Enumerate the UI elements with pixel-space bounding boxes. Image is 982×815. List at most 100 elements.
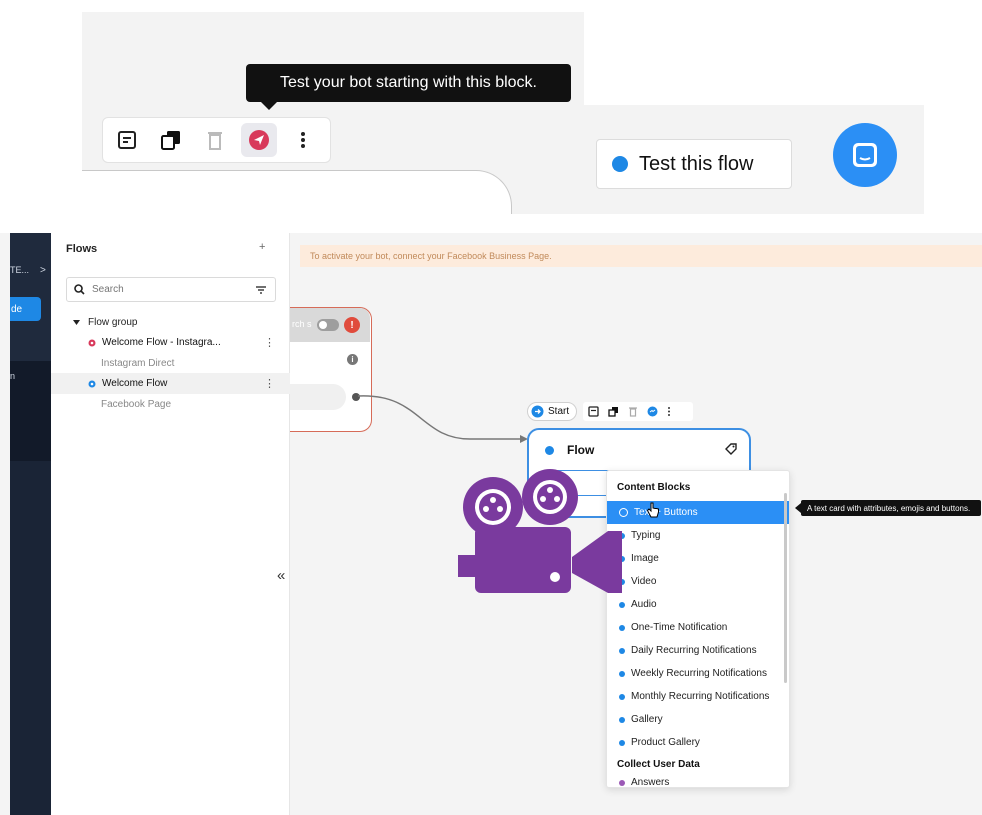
instagram-trigger-node[interactable]: rch s ! i (290, 307, 372, 432)
menu-item-one-time-notification[interactable]: One-Time Notification (607, 616, 789, 639)
menu-item-gallery[interactable]: Gallery (607, 708, 789, 731)
flow-item-instagram[interactable]: Welcome Flow - Instagra... ⋮ (51, 332, 290, 353)
connect-page-banner[interactable]: To activate your bot, connect your Faceb… (300, 245, 982, 267)
messenger-icon[interactable] (647, 406, 658, 417)
messenger-dot-icon (545, 446, 554, 455)
collect-user-data-header: Collect User Data (617, 759, 700, 770)
workspace-label[interactable]: TE... (10, 265, 29, 275)
menu-item-text-buttons[interactable]: Text + Buttons (607, 501, 789, 524)
flows-panel: Flows + Flow group Welcome Flow - Instag… (51, 233, 290, 815)
node-trigger-field[interactable] (290, 384, 346, 410)
block-type-icon (619, 670, 625, 677)
chat-icon (853, 143, 877, 167)
flow-item-menu-button[interactable]: ⋮ (264, 377, 275, 390)
more-button[interactable] (285, 123, 321, 157)
menu-item-label: Monthly Recurring Notifications (631, 691, 770, 702)
instagram-flow-icon (88, 339, 96, 346)
menu-item-label: One-Time Notification (631, 622, 728, 633)
node-output-port[interactable] (352, 393, 360, 401)
menu-item-product-gallery[interactable]: Product Gallery (607, 731, 789, 754)
search-box (66, 277, 276, 302)
menu-item-label: Weekly Recurring Notifications (631, 668, 767, 679)
note-icon[interactable] (588, 406, 599, 417)
menu-item-weekly-recurring-notifications[interactable]: Weekly Recurring Notifications (607, 662, 789, 685)
menu-item-audio[interactable]: Audio (607, 593, 789, 616)
caret-down-icon (73, 319, 80, 325)
node-toggle[interactable] (317, 319, 339, 331)
tag-icon[interactable] (724, 442, 738, 456)
node-header-label: rch s (292, 319, 312, 329)
flow-node-edge (82, 170, 512, 214)
menu-scrollbar[interactable] (784, 493, 787, 683)
more-icon (301, 132, 305, 148)
chevron-right-icon[interactable]: > (40, 265, 46, 276)
test-block-button[interactable] (241, 123, 277, 157)
menu-item-label: Answers (631, 777, 670, 788)
search-icon (74, 284, 85, 295)
menu-item-label: Product Gallery (631, 737, 700, 748)
menu-item-label: Gallery (631, 714, 663, 725)
start-arrow-icon (531, 405, 544, 418)
flow-item-channel: Instagram Direct (101, 358, 175, 369)
trash-icon (208, 132, 222, 150)
menu-item-label: Image (631, 553, 659, 564)
menu-item-typing[interactable]: Typing (607, 524, 789, 547)
duplicate-icon[interactable] (608, 406, 619, 417)
info-icon[interactable]: i (347, 354, 358, 365)
flow-group-label: Flow group (88, 317, 138, 328)
send-icon (249, 130, 269, 150)
note-button[interactable] (109, 123, 145, 157)
filter-icon[interactable] (255, 284, 267, 296)
block-type-icon (619, 739, 625, 746)
bottom-screenshot: TE... > de n Flows + Flow group Welcome … (0, 233, 982, 815)
block-type-icon (619, 601, 625, 608)
flow-node-title: Flow (567, 443, 595, 457)
block-type-icon (619, 716, 625, 723)
start-badge[interactable]: Start (527, 402, 577, 421)
menu-item-answers[interactable]: Answers (607, 771, 789, 788)
block-type-icon (619, 647, 625, 654)
menu-item-daily-recurring-notifications[interactable]: Daily Recurring Notifications (607, 639, 789, 662)
block-toolbar (102, 117, 331, 163)
test-flow-button[interactable]: Test this flow (596, 139, 792, 189)
duplicate-button[interactable] (153, 123, 189, 157)
search-input[interactable] (92, 284, 242, 295)
block-type-icon (619, 693, 625, 700)
menu-item-label: Typing (631, 530, 661, 541)
menu-item-label: Video (631, 576, 657, 587)
flows-title: Flows (66, 243, 98, 255)
flow-item-menu-button[interactable]: ⋮ (264, 336, 275, 349)
menu-item-image[interactable]: Image (607, 547, 789, 570)
content-block-menu: Content Blocks Text + Buttons Typing Image… (606, 470, 790, 788)
warning-icon[interactable]: ! (344, 317, 360, 333)
note-icon (118, 131, 136, 149)
block-description-tooltip: A text card with attributes, emojis and … (795, 500, 981, 516)
menu-item-video[interactable]: Video (607, 570, 789, 593)
sidebar-section-label[interactable]: n (10, 371, 15, 381)
flow-item-label: Welcome Flow - Instagra... (102, 337, 221, 348)
flow-item-channel: Facebook Page (101, 399, 172, 410)
node-header: rch s ! (290, 308, 370, 342)
content-blocks-header: Content Blocks (617, 482, 691, 493)
menu-item-label: Audio (631, 599, 657, 610)
menu-item-monthly-recurring-notifications[interactable]: Monthly Recurring Notifications (607, 685, 789, 708)
trash-icon[interactable] (628, 406, 638, 417)
hand-cursor-icon (646, 502, 659, 518)
answers-icon (619, 779, 625, 786)
add-flow-button[interactable]: + (259, 241, 265, 253)
sidebar-section (10, 361, 51, 461)
node-toolbar (583, 402, 693, 421)
sidebar-primary-button[interactable]: de (10, 297, 41, 321)
menu-item-label: Text + Buttons (634, 507, 698, 518)
block-type-icon (619, 624, 625, 631)
test-block-tooltip: Test your bot starting with this block. (246, 64, 571, 110)
top-screenshot: Test your bot starting with this block. … (82, 12, 924, 214)
flow-item-welcome[interactable]: Welcome Flow ⋮ (51, 373, 290, 394)
more-icon[interactable] (667, 406, 671, 417)
messenger-flow-icon (88, 380, 96, 387)
collapse-panel-button[interactable]: « (277, 567, 285, 584)
delete-button[interactable] (197, 123, 233, 157)
chat-widget-button[interactable] (833, 123, 897, 187)
menu-item-label: Daily Recurring Notifications (631, 645, 757, 656)
flow-group-toggle[interactable]: Flow group (73, 317, 137, 328)
